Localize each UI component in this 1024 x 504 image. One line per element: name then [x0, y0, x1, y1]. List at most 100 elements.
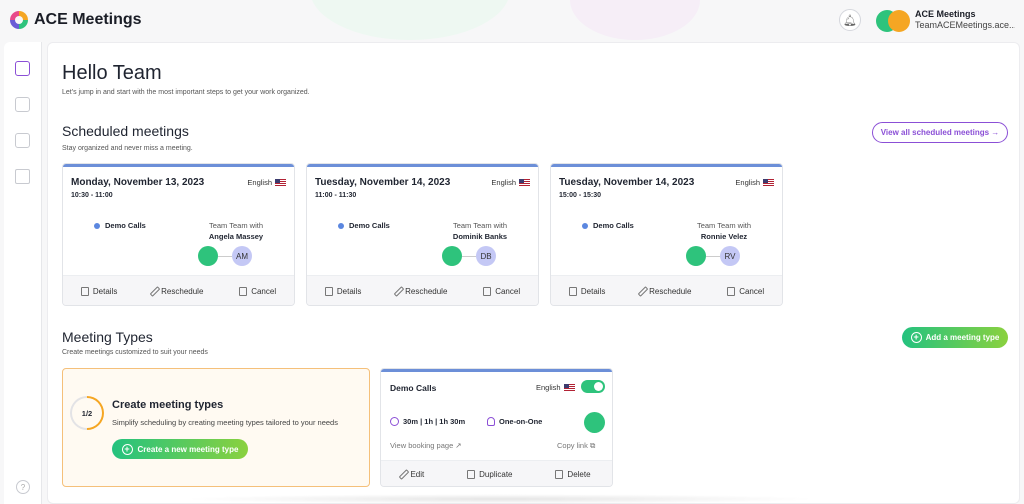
host-avatar [686, 246, 706, 266]
add-meeting-type-button[interactable]: + Add a meeting type [902, 327, 1008, 348]
plus-icon: + [121, 443, 133, 455]
meeting-type: Demo Calls [338, 221, 390, 230]
meeting-time: 11:00 - 11:30 [315, 192, 357, 199]
card-accent [381, 369, 612, 372]
meeting-type-label: Demo Calls [349, 221, 390, 230]
host-avatar [198, 246, 218, 266]
meeting-person: Dominik Banks [452, 232, 508, 241]
pencil-icon [399, 469, 410, 480]
cancel-button[interactable]: Cancel [483, 287, 520, 296]
meeting-type-title: Demo Calls [390, 383, 437, 393]
person-icon [487, 417, 495, 426]
plus-icon: + [910, 332, 922, 343]
reschedule-label: Reschedule [161, 287, 204, 296]
sliders-icon[interactable] [15, 169, 30, 184]
meeting-date: Tuesday, November 14, 2023 [315, 177, 451, 188]
avatar-connector [706, 256, 720, 257]
trash-icon [555, 470, 564, 479]
top-bar: ACE Meetings 🔔︎ ACE Meetings TeamACEMeet… [0, 0, 1024, 42]
create-card-title: Create meeting types [112, 399, 224, 411]
meeting-with: Team Team with [208, 221, 264, 230]
meeting-person: Ronnie Velez [700, 232, 748, 241]
document-icon [324, 287, 333, 296]
durations-label: 30m | 1h | 1h 30m [403, 417, 466, 426]
add-meeting-type-label: Add a meeting type [925, 333, 1000, 342]
meeting-with: Team Team with [696, 221, 752, 230]
create-card-subtitle: Simplify scheduling by creating meeting … [112, 418, 338, 427]
avatar-connector [218, 256, 232, 257]
meeting-type: Demo Calls [94, 221, 146, 230]
meeting-type-durations: 30m | 1h | 1h 30m [390, 417, 465, 426]
help-icon[interactable]: ? [16, 480, 30, 494]
delete-label: Delete [567, 470, 591, 479]
bell-icon[interactable]: 🔔︎ [839, 9, 861, 31]
edit-button[interactable]: Edit [399, 469, 425, 480]
meeting-card: Tuesday, November 14, 2023 15:00 - 15:30… [550, 163, 783, 306]
meeting-types-subtitle: Create meetings customized to suit your … [62, 349, 208, 356]
avatar[interactable] [876, 10, 910, 32]
reschedule-button[interactable]: Reschedule [149, 286, 204, 297]
progress-label: 1/2 [72, 398, 102, 428]
cancel-label: Cancel [251, 287, 277, 296]
details-button[interactable]: Details [80, 287, 118, 296]
meeting-with: Team Team with [452, 221, 508, 230]
host-avatar [442, 246, 462, 266]
duplicate-icon [467, 470, 476, 479]
details-button[interactable]: Details [568, 287, 605, 296]
guest-avatar: DB [476, 246, 496, 266]
create-meeting-type-button[interactable]: + Create a new meeting type [112, 439, 248, 459]
us-flag-icon [519, 179, 530, 186]
language-label: English [735, 178, 760, 187]
main-content: Hello Team Let's jump in and start with … [47, 42, 1020, 504]
meeting-actions: Details Reschedule Cancel [551, 275, 782, 305]
trash-icon [483, 287, 492, 296]
calendar-icon[interactable] [15, 97, 30, 112]
view-booking-page-link[interactable]: View booking page ↗ [390, 441, 462, 450]
reschedule-label: Reschedule [405, 287, 448, 296]
cancel-button[interactable]: Cancel [239, 287, 276, 296]
duplicate-button[interactable]: Duplicate [467, 470, 513, 479]
details-button[interactable]: Details [324, 287, 361, 296]
us-flag-icon [563, 384, 575, 391]
meeting-type-toggle[interactable] [581, 380, 605, 393]
type-dot-icon [338, 222, 344, 229]
avatar-connector [462, 256, 476, 257]
meeting-type-label: Demo Calls [105, 221, 146, 230]
pencil-icon [637, 286, 649, 297]
type-dot-icon [582, 222, 588, 229]
meeting-language: English [735, 178, 774, 187]
delete-button[interactable]: Delete [555, 470, 591, 479]
scheduled-subtitle: Stay organized and never miss a meeting. [62, 145, 193, 152]
meeting-type: Demo Calls [582, 221, 634, 230]
dashboard-icon[interactable] [15, 61, 30, 76]
create-meeting-type-label: Create a new meeting type [137, 444, 239, 454]
meeting-types-title: Meeting Types [62, 329, 153, 345]
guest-avatar: AM [232, 246, 252, 266]
grid-icon[interactable] [15, 133, 30, 148]
meeting-type-actions: Edit Duplicate Delete [381, 460, 612, 486]
pencil-icon [393, 286, 405, 297]
us-flag-icon [275, 179, 286, 186]
copy-link-button[interactable]: Copy link ⧉ [557, 441, 595, 451]
card-accent [307, 164, 538, 167]
edit-label: Edit [410, 470, 425, 479]
guest-avatar: RV [720, 246, 740, 266]
reschedule-button[interactable]: Reschedule [637, 286, 691, 297]
meeting-language: English [247, 178, 286, 187]
cancel-button[interactable]: Cancel [727, 287, 764, 296]
host-avatar [584, 412, 605, 433]
view-all-meetings-button[interactable]: View all scheduled meetings → [872, 122, 1008, 143]
meeting-person: Angela Massey [208, 232, 264, 241]
bottom-shadow [180, 494, 820, 504]
meeting-date: Tuesday, November 14, 2023 [559, 177, 695, 188]
progress-ring: 1/2 [70, 396, 104, 430]
meeting-type-language: English [536, 383, 575, 392]
meeting-time: 10:30 - 11:00 [71, 192, 113, 199]
meeting-type-kind: One-on-One [487, 417, 542, 426]
meeting-language: English [491, 178, 530, 187]
us-flag-icon [763, 179, 774, 186]
details-label: Details [92, 287, 118, 296]
user-name[interactable]: ACE Meetings [915, 9, 976, 19]
page-subtitle: Let's jump in and start with the most im… [62, 89, 310, 96]
reschedule-button[interactable]: Reschedule [393, 286, 448, 297]
